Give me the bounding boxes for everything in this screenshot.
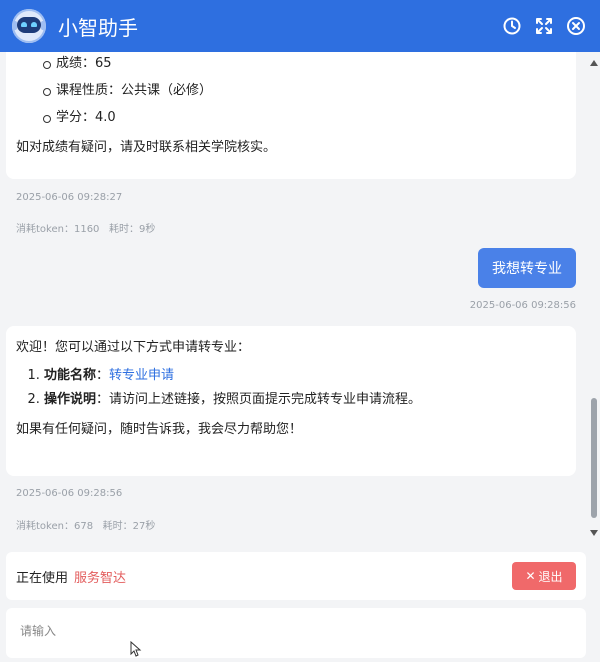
list-item: 学分：4.0 xyxy=(43,108,564,128)
status-label: 正在使用 xyxy=(16,570,69,586)
course-detail-list: 成绩：65 课程性质：公共课（必修） 学分：4.0 xyxy=(16,54,564,128)
history-icon[interactable] xyxy=(502,16,522,36)
message-text: 欢迎！您可以通过以下方式申请转专业： xyxy=(16,340,251,355)
list-item: 课程性质：公共课（必修） xyxy=(43,81,564,101)
message-text: 如果有任何疑问，随时告诉我，我会尽力帮助您！ xyxy=(16,422,303,438)
message-time: 2025-06-06 09:28:56 xyxy=(16,488,123,499)
token-usage: 消耗token：1160 耗时：9秒 xyxy=(16,224,156,235)
scroll-up-icon[interactable] xyxy=(590,60,598,66)
message-time: 2025-06-06 09:28:27 xyxy=(16,192,123,203)
mouse-cursor-icon xyxy=(130,641,142,657)
list-item: 成绩：65 xyxy=(43,54,564,74)
app-title: 小智助手 xyxy=(58,15,138,40)
service-name: 服务智达 xyxy=(74,570,127,586)
token-usage: 消耗token：678 耗时：27秒 xyxy=(16,521,156,532)
instruction-list: 功能名称：转专业申请 操作说明：请访问上述链接，按照页面提示完成转专业申请流程。 xyxy=(16,366,564,410)
list-item: 操作说明：请访问上述链接，按照页面提示完成转专业申请流程。 xyxy=(44,390,564,410)
active-service-bar: 正在使用 服务智达 ✕ 退出 xyxy=(6,552,586,600)
scroll-thumb[interactable] xyxy=(591,398,597,518)
message-input-box[interactable] xyxy=(6,608,586,658)
bot-message: 成绩：65 课程性质：公共课（必修） 学分：4.0 如对成绩有疑问，请及时联系相… xyxy=(6,52,576,179)
exit-button[interactable]: ✕ 退出 xyxy=(512,562,576,590)
list-item: 功能名称：转专业申请 xyxy=(44,366,564,386)
message-text: 如对成绩有疑问，请及时联系相关学院核实。 xyxy=(16,140,277,156)
chat-area[interactable]: 成绩：65 课程性质：公共课（必修） 学分：4.0 如对成绩有疑问，请及时联系相… xyxy=(0,52,586,550)
chat-scrollbar[interactable] xyxy=(589,52,599,550)
user-message: 我想转专业 xyxy=(478,248,576,288)
expand-icon[interactable] xyxy=(534,16,554,36)
message-input[interactable] xyxy=(20,622,572,646)
header-bar: 小智助手 xyxy=(0,0,600,52)
robot-avatar-icon xyxy=(12,9,46,43)
scroll-down-icon[interactable] xyxy=(590,530,598,536)
close-icon[interactable] xyxy=(566,16,586,36)
close-icon: ✕ xyxy=(525,569,536,583)
transfer-major-link[interactable]: 转专业申请 xyxy=(109,368,174,383)
message-time: 2025-06-06 09:28:56 xyxy=(469,300,576,311)
bot-message: 欢迎！您可以通过以下方式申请转专业： 功能名称：转专业申请 操作说明：请访问上述… xyxy=(6,326,576,476)
